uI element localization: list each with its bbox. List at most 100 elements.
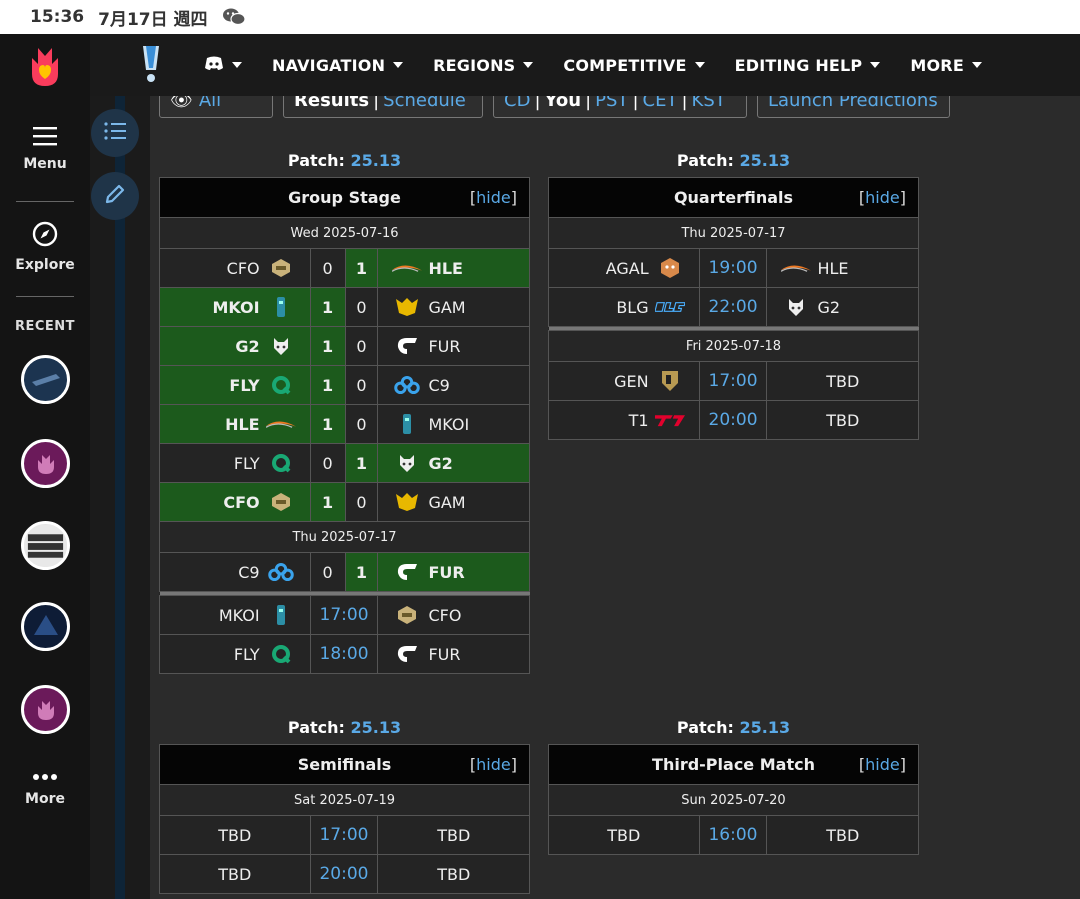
match-date: Fri 2025-07-18 (548, 330, 919, 362)
recent-wiki-avatar[interactable] (21, 602, 70, 651)
tz-pst-option[interactable]: PST (595, 96, 628, 111)
match-time: 17:00 (309, 815, 379, 855)
mkoi-logo-icon (392, 413, 422, 435)
table-header: Semifinals [hide] (159, 744, 530, 785)
recent-wiki-avatar[interactable] (21, 685, 70, 734)
recent-wiki-avatar[interactable] (21, 439, 70, 488)
team-name: TBD (377, 815, 530, 855)
team-name: G2 (428, 453, 453, 473)
tz-you-option[interactable]: You (545, 96, 582, 111)
timezone-toggle: CD | You | PST | CET | KST (493, 96, 747, 118)
wiki-logo-icon[interactable] (138, 44, 164, 88)
recent-wiki-avatar[interactable] (21, 521, 70, 570)
score: 0 (309, 443, 346, 483)
patch-link[interactable]: 25.13 (350, 718, 401, 737)
patch-link[interactable]: 25.13 (739, 151, 790, 170)
team-name: FLY (233, 644, 260, 664)
score: 0 (344, 482, 379, 522)
match-time: 18:00 (309, 634, 379, 674)
score: 1 (309, 287, 346, 327)
top-navigation: NAVIGATION REGIONS COMPETITIVE EDITING H… (90, 34, 1080, 96)
schedule-option[interactable]: Schedule (383, 96, 466, 111)
nav-navigation-dropdown[interactable]: NAVIGATION (272, 56, 404, 75)
menu-button[interactable]: Menu (0, 126, 90, 172)
tz-cd-option[interactable]: CD (504, 96, 530, 111)
fur-logo-icon (392, 562, 422, 582)
discord-icon (204, 55, 224, 75)
team-name: C9 (238, 562, 260, 582)
nav-discord-dropdown[interactable] (204, 55, 242, 75)
status-time: 15:36 (30, 7, 85, 27)
match-row: HLE 1 0 MKOI (159, 404, 530, 444)
list-icon (103, 121, 127, 145)
results-option[interactable]: Results (294, 96, 369, 111)
tz-cet-option[interactable]: CET (643, 96, 678, 111)
score: 1 (344, 552, 379, 592)
hide-all-button[interactable]: 👁︎ Hide All (159, 96, 273, 118)
team-name: HLE (428, 258, 463, 278)
fur-logo-icon (392, 644, 422, 664)
match-time: 20:00 (309, 854, 379, 894)
score: 1 (344, 248, 379, 288)
more-button[interactable]: More (0, 769, 90, 807)
team-name: CFO (428, 605, 462, 625)
nav-regions-label: REGIONS (433, 55, 516, 75)
hide-toggle[interactable]: [hide] (859, 188, 906, 207)
explore-button[interactable]: Explore (0, 221, 90, 273)
more-label: More (25, 791, 65, 807)
score: 1 (309, 482, 346, 522)
edit-button[interactable] (91, 172, 139, 220)
g2-logo-icon (392, 453, 422, 473)
match-row: CFO 0 1 HLE (159, 248, 530, 288)
hide-toggle[interactable]: [hide] (859, 755, 906, 774)
match-row: TBD 17:00 TBD (159, 815, 530, 855)
dots-icon (0, 769, 90, 785)
match-row: BLG 22:00 G2 (548, 287, 919, 327)
match-row: C9 0 1 FUR (159, 552, 530, 592)
table-header: Group Stage [hide] (159, 177, 530, 218)
fandom-logo-icon[interactable] (28, 44, 62, 86)
table-title: Quarterfinals (673, 188, 794, 207)
recent-wiki-avatar[interactable] (21, 355, 70, 404)
match-row: AGAL 19:00 HLE (548, 248, 919, 288)
score: 1 (309, 326, 346, 366)
status-bar: 15:36 7月17日 週四 (0, 0, 1080, 34)
match-row: MKOI 17:00 CFO (159, 595, 530, 635)
team-name: HLE (225, 414, 260, 434)
tz-kst-option[interactable]: KST (692, 96, 726, 111)
hide-toggle[interactable]: [hide] (470, 755, 517, 774)
chevron-down-icon (523, 62, 534, 68)
gam-logo-icon (392, 492, 422, 512)
nav-competitive-dropdown[interactable]: COMPETITIVE (563, 56, 705, 75)
patch-link[interactable]: 25.13 (739, 718, 790, 737)
match-time: 16:00 (698, 815, 768, 855)
table-of-contents-button[interactable] (91, 109, 139, 157)
results-schedule-toggle: Results | Schedule (283, 96, 483, 118)
score: 0 (309, 248, 346, 288)
nav-editing-help-dropdown[interactable]: EDITING HELP (735, 56, 881, 75)
match-time: 17:00 (309, 595, 379, 635)
team-name: MKOI (218, 605, 260, 625)
nav-regions-dropdown[interactable]: REGIONS (433, 55, 534, 75)
pencil-icon (103, 182, 127, 210)
cfo-logo-icon (392, 605, 422, 625)
mkoi-logo-icon (266, 604, 296, 626)
c9-logo-icon (266, 562, 296, 582)
recent-heading: RECENT (14, 319, 76, 334)
t1-logo-icon (654, 411, 685, 429)
hide-toggle[interactable]: [hide] (470, 188, 517, 207)
team-name: TBD (766, 361, 919, 401)
match-row: FLY 1 0 C9 (159, 365, 530, 405)
menu-label: Menu (23, 156, 67, 172)
launch-predictions-button[interactable]: Launch Predictions (757, 96, 950, 118)
chevron-down-icon (694, 62, 705, 68)
fly-logo-icon (266, 452, 296, 474)
nav-more-dropdown[interactable]: MORE (910, 56, 982, 75)
hle-logo-icon (392, 261, 423, 275)
match-row: GEN 17:00 TBD (548, 361, 919, 401)
wechat-icon (222, 7, 246, 27)
patch-link[interactable]: 25.13 (350, 151, 401, 170)
table-title: Group Stage (288, 188, 401, 207)
table-title: Third-Place Match (652, 755, 815, 774)
team-name: GAM (428, 297, 466, 317)
